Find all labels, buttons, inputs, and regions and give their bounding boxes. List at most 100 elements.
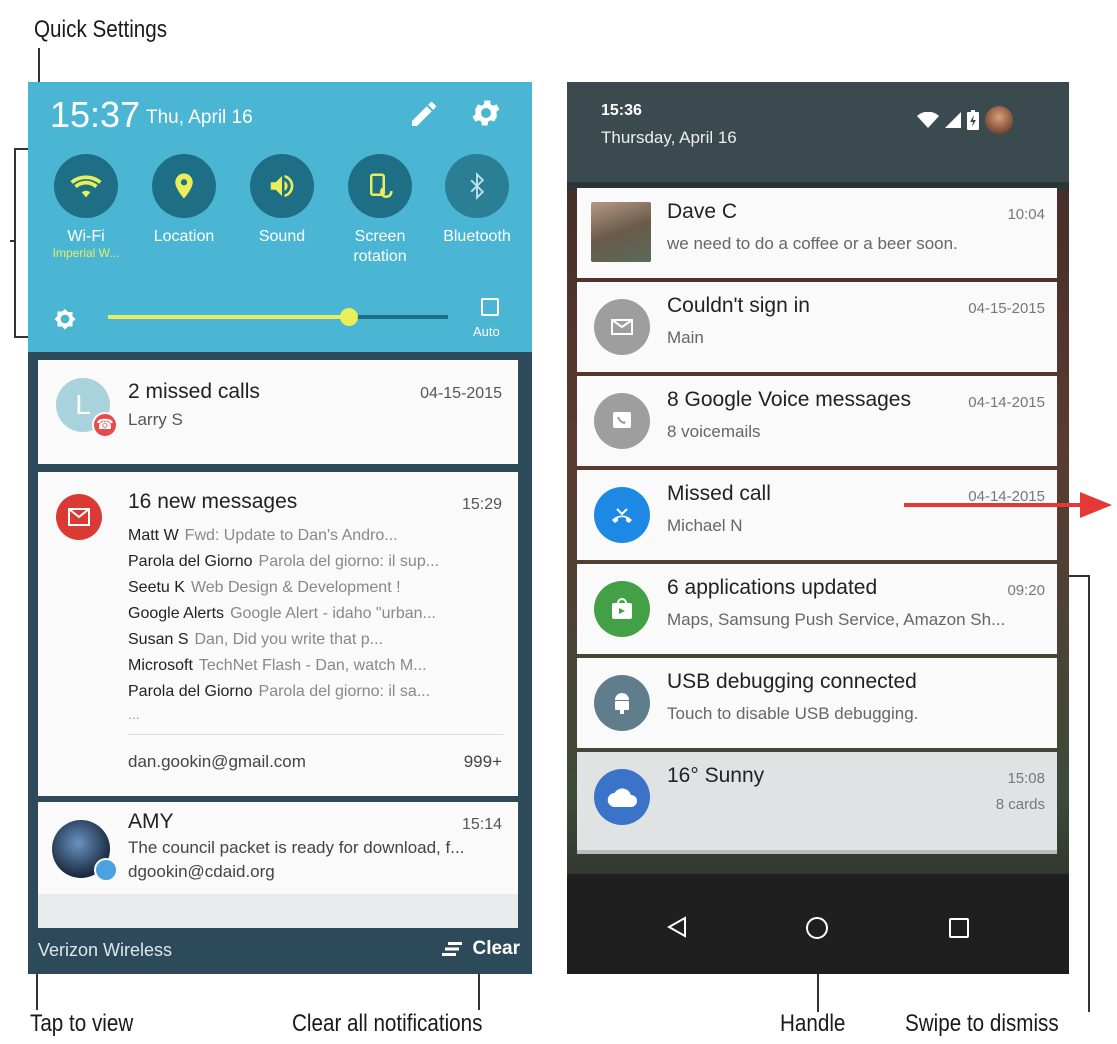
toggle-label: Wi-Fi [67, 228, 105, 245]
edit-icon[interactable] [408, 98, 440, 130]
message-sender: Seetu K [128, 579, 185, 596]
recents-icon[interactable] [949, 918, 969, 938]
home-icon[interactable] [805, 916, 829, 940]
message-sender: Google Alerts [128, 605, 225, 622]
sound-icon [250, 154, 314, 218]
gmail-account: dan.gookin@gmail.com [128, 752, 306, 771]
mail-icon [594, 299, 650, 355]
missed-call-icon [594, 487, 650, 543]
message-sender: Susan S [128, 631, 189, 648]
notification-title: Dave C [667, 200, 738, 223]
notification-time: 09:20 [1007, 582, 1045, 599]
clear-all-icon [442, 942, 463, 956]
android-icon [594, 675, 650, 731]
clock: 15:37 [50, 94, 141, 135]
brightness-thumb[interactable] [340, 308, 359, 326]
bluetooth-icon [445, 154, 509, 218]
notification-title: 16° Sunny [667, 764, 765, 787]
toggle-sound[interactable]: Sound [236, 154, 328, 247]
play-store-icon [594, 581, 650, 637]
missed-calls-notification[interactable]: L ☎ 2 missed calls 04-15-2015 Larry S [38, 360, 518, 464]
clear-button[interactable]: Clear [442, 938, 520, 960]
toggle-location[interactable]: Location [138, 154, 230, 247]
message-sender: Parola del Giorno [128, 553, 253, 570]
notification-time: 04-14-2015 [968, 394, 1045, 411]
notification-card[interactable]: Couldn't sign in Main 04-15-2015 [577, 282, 1057, 372]
message-sender: Matt W [128, 527, 179, 544]
gmail-notification[interactable]: 16 new messages 15:29 Matt W Fwd: Update … [38, 472, 518, 796]
brightness-fill [108, 315, 350, 319]
notification-sub: Maps, Samsung Push Service, Amazon Sh... [667, 610, 1006, 629]
notification-time: 15:29 [461, 496, 502, 513]
notification-handle[interactable] [577, 850, 1057, 854]
notification-title: 16 new messages [128, 490, 298, 513]
amy-notification[interactable]: AMY 15:14 The council packet is ready fo… [38, 802, 518, 894]
wifi-network-name: Imperial W... [52, 246, 120, 260]
toggle-bluetooth[interactable]: Bluetooth [431, 154, 523, 247]
right-phone-screen: 15:36 Thursday, April 16 Dave C we need t… [567, 82, 1069, 974]
clear-all-callout: Clear all notifications [292, 1010, 483, 1037]
message-row[interactable]: Google Alerts Google Alert - idaho "urban… [128, 602, 500, 626]
brightness-slider[interactable] [108, 308, 448, 326]
toggle-screen-rotation[interactable]: Screen rotation [334, 154, 426, 267]
notification-card[interactable]: Dave C we need to do a coffee or a beer s… [577, 188, 1057, 278]
panel-footer: Verizon Wireless Clear [28, 928, 532, 974]
message-row[interactable]: Parola del Giorno Parola del giorno: il s… [128, 550, 500, 574]
cloud-icon [594, 769, 650, 825]
toggle-label: Sound [258, 228, 306, 245]
notification-sub: 8 voicemails [667, 422, 761, 441]
auto-brightness-checkbox[interactable] [481, 298, 499, 316]
notification-title: AMY [128, 810, 174, 833]
weather-notification[interactable]: 16° Sunny 15:08 8 cards [577, 752, 1057, 850]
carrier-label: Verizon Wireless [38, 940, 173, 960]
message-snippet: Fwd: Update to Dan's Andro... [184, 527, 398, 544]
message-row[interactable]: Parola del Giorno Parola del giorno: il s… [128, 680, 500, 704]
message-sender: Parola del Giorno [128, 683, 253, 700]
notification-time: 04-15-2015 [968, 300, 1045, 317]
message-count: 999+ [463, 752, 502, 771]
message-row[interactable]: Matt W Fwd: Update to Dan's Andro... [128, 524, 500, 548]
handle-callout: Handle [780, 1010, 846, 1037]
back-icon[interactable] [667, 916, 687, 938]
notification-title: Missed call [667, 482, 771, 505]
toggle-wifi[interactable]: Wi-Fi Imperial W... [40, 154, 132, 259]
toggle-label: Bluetooth [443, 228, 511, 245]
message-snippet: Parola del giorno: il sup... [258, 553, 440, 570]
message-row[interactable]: Microsoft TechNet Flash - Dan, watch M... [128, 654, 500, 678]
brightness-icon [54, 309, 76, 330]
notification-sub: 8 cards [995, 796, 1045, 813]
quick-settings-callout: Quick Settings [34, 16, 168, 43]
signal-icon [945, 112, 961, 128]
swipe-arrow-icon [904, 492, 1112, 518]
notification-title: 6 applications updated [667, 576, 878, 599]
wifi-icon [917, 112, 939, 128]
quick-settings-panel: 15:37 Thu, April 16 Wi-Fi Imperial W... … [28, 82, 532, 352]
message-row[interactable]: Susan S Dan, Did you write that p... [128, 628, 500, 652]
swipe-callout-line [1088, 575, 1090, 1012]
gear-icon[interactable] [469, 96, 503, 130]
notification-card[interactable]: 8 Google Voice messages 8 voicemails 04-14… [577, 376, 1057, 466]
auto-brightness-label: Auto [473, 324, 500, 339]
avatar[interactable] [985, 106, 1013, 134]
voicemail-icon [594, 393, 650, 449]
gmail-icon [56, 494, 102, 540]
message-snippet: Parola del giorno: il sa... [258, 683, 431, 700]
missed-call-badge-icon: ☎ [92, 412, 118, 438]
message-snippet: Dan, Did you write that p... [194, 631, 384, 648]
tap-to-view-callout: Tap to view [30, 1010, 134, 1037]
notification-sub: Larry S [128, 410, 183, 429]
notification-sub: Main [667, 328, 704, 347]
callout-bracket [10, 240, 16, 242]
notification-time: 10:04 [1007, 206, 1045, 223]
ellipsis: ... [128, 706, 140, 722]
notification-card[interactable]: USB debugging connected Touch to disable … [577, 658, 1057, 748]
callout-bracket [14, 148, 16, 338]
location-icon [152, 154, 216, 218]
date: Thu, April 16 [146, 107, 253, 128]
message-row[interactable]: Seetu K Web Design & Development ! [128, 576, 500, 600]
navigation-bar [567, 874, 1069, 974]
notification-card[interactable]: 6 applications updated Maps, Samsung Push… [577, 564, 1057, 654]
notification-title: USB debugging connected [667, 670, 917, 693]
notification-sub: Touch to disable USB debugging. [667, 704, 919, 723]
email-badge-icon [94, 858, 118, 882]
